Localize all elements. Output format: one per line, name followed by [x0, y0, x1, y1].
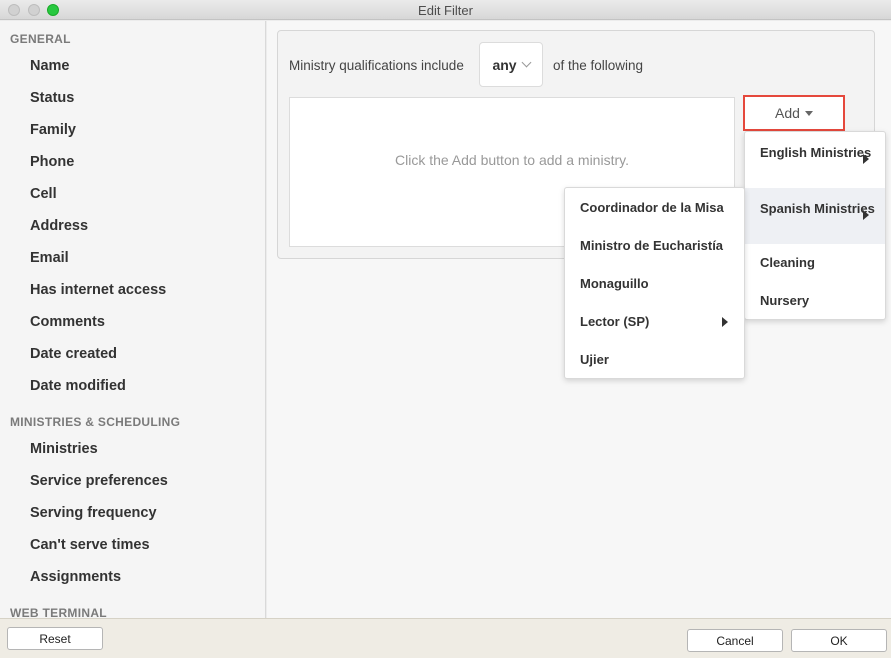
sidebar-item-status[interactable]: Status [30, 90, 74, 106]
submenu-item-ministro[interactable]: Ministro de Eucharistía [565, 227, 744, 265]
footer-bar: Reset Cancel OK [0, 618, 891, 658]
chevron-down-icon [521, 57, 532, 68]
chevron-right-icon [863, 210, 869, 220]
empty-message: Click the Add button to add a ministry. [395, 152, 629, 168]
qualifications-label: Ministry qualifications include [289, 58, 464, 73]
sidebar-item-assignments[interactable]: Assignments [30, 569, 121, 585]
sidebar-item-has-internet-access[interactable]: Has internet access [30, 282, 166, 298]
cancel-button[interactable]: Cancel [687, 629, 783, 652]
submenu-item-monaguillo[interactable]: Monaguillo [565, 265, 744, 303]
submenu-item-coordinador[interactable]: Coordinador de la Misa [565, 189, 744, 227]
sidebar: GENERAL Name Status Family Phone Cell Ad… [0, 21, 266, 618]
window-title: Edit Filter [418, 3, 473, 18]
sidebar-item-date-created[interactable]: Date created [30, 346, 117, 362]
sidebar-item-date-modified[interactable]: Date modified [30, 378, 126, 394]
menu-item-label: Spanish Ministries [760, 201, 875, 216]
add-button-label: Add [775, 105, 800, 121]
submenu-item-lector[interactable]: Lector (SP) [565, 303, 744, 341]
section-header-web-terminal: WEB TERMINAL [10, 606, 107, 618]
menu-item-cleaning[interactable]: Cleaning [745, 244, 885, 282]
sidebar-item-email[interactable]: Email [30, 250, 69, 266]
sidebar-item-serving-frequency[interactable]: Serving frequency [30, 505, 157, 521]
menu-item-label: Lector (SP) [580, 314, 650, 329]
match-mode-value: any [492, 56, 517, 73]
sidebar-item-comments[interactable]: Comments [30, 314, 105, 330]
sidebar-item-ministries[interactable]: Ministries [30, 441, 98, 457]
spanish-ministries-submenu: Coordinador de la Misa Ministro de Eucha… [564, 187, 745, 379]
ok-button[interactable]: OK [791, 629, 887, 652]
menu-item-nursery[interactable]: Nursery [745, 282, 885, 320]
sidebar-item-address[interactable]: Address [30, 218, 88, 234]
menu-item-label: Nursery [760, 293, 810, 308]
submenu-item-ujier[interactable]: Ujier [565, 341, 744, 379]
title-bar: Edit Filter [0, 0, 891, 20]
sidebar-item-cell[interactable]: Cell [30, 186, 57, 202]
sidebar-item-cant-serve-times[interactable]: Can't serve times [30, 537, 150, 553]
caret-down-icon [804, 110, 813, 116]
sidebar-item-service-preferences[interactable]: Service preferences [30, 473, 168, 489]
menu-item-label: Cleaning [760, 255, 815, 270]
section-header-ministries: MINISTRIES & SCHEDULING [10, 415, 181, 429]
following-label: of the following [553, 58, 644, 73]
menu-item-english-ministries[interactable]: English Ministries [745, 132, 885, 188]
section-header-general: GENERAL [10, 32, 71, 46]
menu-item-spanish-ministries[interactable]: Spanish Ministries [745, 188, 885, 244]
chevron-right-icon [722, 317, 728, 327]
add-menu: English Ministries Spanish Ministries Cl… [744, 131, 886, 320]
reset-button[interactable]: Reset [7, 627, 103, 650]
menu-item-label: English Ministries [760, 145, 872, 160]
add-button[interactable]: Add [743, 95, 845, 131]
match-mode-select[interactable]: any [479, 42, 543, 87]
sidebar-item-phone[interactable]: Phone [30, 154, 74, 170]
chevron-right-icon [863, 154, 869, 164]
sidebar-item-name[interactable]: Name [30, 58, 70, 74]
sidebar-item-family[interactable]: Family [30, 122, 76, 138]
